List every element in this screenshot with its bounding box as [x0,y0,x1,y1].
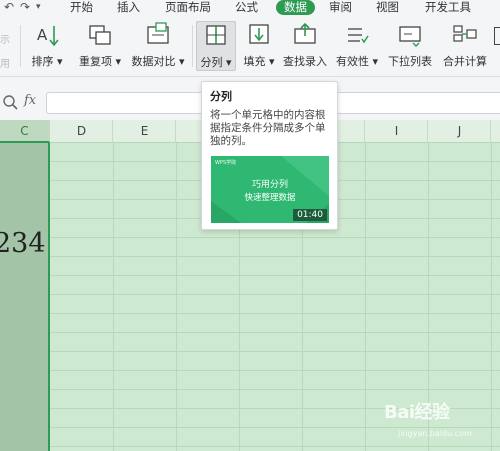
compare-icon [147,22,169,44]
zoom-icon[interactable] [2,94,18,110]
ribbon-separator [192,25,193,67]
baidu-watermark: Bai经验 [384,402,450,423]
column-header-j[interactable]: J [429,120,491,143]
menu-developer[interactable]: 开发工具 [425,0,471,14]
merge-calc-button[interactable]: 合并计算 [438,21,492,69]
compare-button[interactable]: 数据对比 ▾ [129,21,187,69]
menu-data[interactable]: 数据 [276,0,315,15]
more-tools-icon[interactable] [494,27,500,45]
validity-button[interactable]: 有效性 ▾ [333,21,381,69]
ribbon: 示 用 A 排序 ▾ 重复项 ▾ 数据对比 ▾ 分列 ▾ 填充 ▾ 查找录入 有… [0,17,500,77]
split-label: 分列 [200,56,223,69]
fx-icon[interactable]: fx [24,93,36,108]
lookup-input-button[interactable]: 查找录入 [279,21,331,69]
ribbon-cut-label-bottom: 用 [0,59,10,70]
duplicate-label: 重复项 [78,55,112,68]
sort-icon: A [37,26,59,47]
dropdown-list-button[interactable]: 下拉列表 [385,21,435,69]
fill-down-icon [249,24,269,44]
validity-label: 有效性 [335,55,369,68]
tooltip-description: 将一个单元格中的内容根据指定条件分隔成多个单独的列。 [210,109,326,147]
split-columns-icon [206,25,226,45]
menu-home[interactable]: 开始 [70,0,93,14]
sort-label: 排序 [31,55,54,68]
undo-icon[interactable]: ↶ [4,0,14,14]
thumbnail-title: 巧用分列 [251,180,288,190]
thumbnail-subtitle: 快速整理数据 [244,193,296,203]
menu-page-layout[interactable]: 页面布局 [165,0,211,14]
dropdown-list-icon [399,26,421,47]
tooltip-title: 分列 [210,90,232,103]
video-duration: 01:40 [293,209,327,221]
tutorial-video-thumbnail[interactable]: WPS学院 巧用分列 快速整理数据 01:40 [211,156,329,223]
dropdown-list-label: 下拉列表 [388,55,432,68]
merge-calc-label: 合并计算 [443,55,487,68]
duplicate-icon [89,25,111,45]
menu-insert[interactable]: 插入 [117,0,140,14]
column-header-e[interactable]: E [114,120,176,143]
column-header-i[interactable]: I [366,120,428,143]
redo-icon[interactable]: ↷ [20,0,30,14]
fill-label: 填充 [243,55,266,68]
lookup-input-icon [294,22,316,44]
validity-icon [348,28,369,44]
cell-value: 234 [0,228,46,259]
duplicate-button[interactable]: 重复项 ▾ [77,21,123,69]
sort-button[interactable]: A 排序 ▾ [27,21,67,69]
merge-calc-icon [453,25,477,42]
split-columns-button[interactable]: 分列 ▾ [196,21,236,71]
menu-bar: ↶ ↷ ▾ 开始 插入 页面布局 公式 数据 审阅 视图 开发工具 [0,0,500,17]
menu-formula[interactable]: 公式 [235,0,258,14]
menu-review[interactable]: 审阅 [329,0,352,14]
split-tooltip: 分列 将一个单元格中的内容根据指定条件分隔成多个单独的列。 WPS学院 巧用分列… [201,81,338,230]
ribbon-cut-label-top: 示 [0,35,10,46]
lookup-label: 查找录入 [283,55,327,68]
thumbnail-logo: WPS学院 [215,160,237,166]
column-header-d[interactable]: D [51,120,113,143]
ribbon-separator [20,25,21,67]
selected-column-c[interactable]: 234 [0,143,50,451]
baidu-watermark-url: jingyan.baidu.com [398,429,472,438]
svg-text:A: A [37,26,48,44]
menu-view[interactable]: 视图 [376,0,399,14]
fill-button[interactable]: 填充 ▾ [240,21,278,69]
column-header-c[interactable]: C [0,120,50,143]
compare-label: 数据对比 [131,55,176,68]
dropdown-arrow-icon[interactable]: ▾ [36,0,41,14]
